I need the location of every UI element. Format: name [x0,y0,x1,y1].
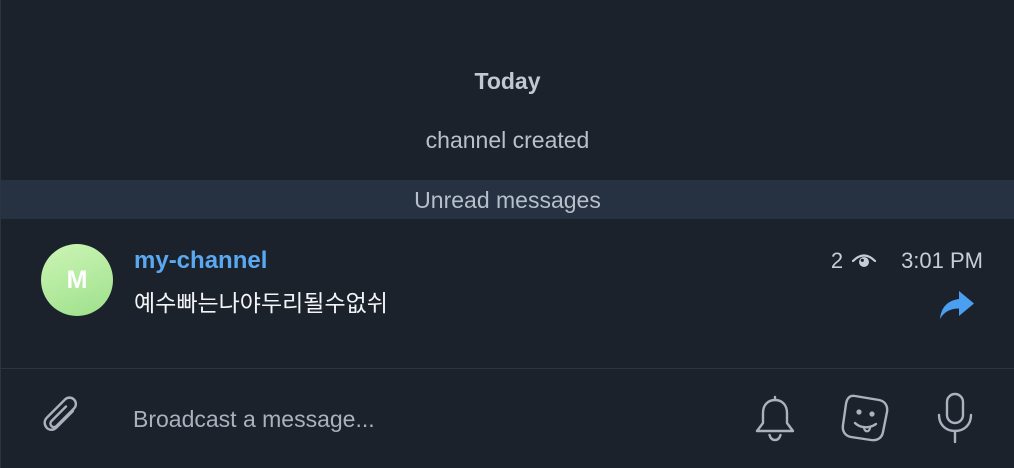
message-item[interactable]: M my-channel 예수빠는나야두리될수없쉬 2 3:01 PM [1,230,1014,340]
eye-icon [851,251,877,271]
sticker-icon[interactable] [837,390,893,446]
bell-icon[interactable] [752,392,798,444]
message-author[interactable]: my-channel [134,247,267,275]
service-message: channel created [425,127,590,153]
message-time: 3:01 PM [901,248,983,273]
message-input[interactable] [133,399,693,439]
forward-arrow-icon[interactable] [938,288,976,322]
avatar-initial: M [66,265,88,294]
unread-messages-bar: Unread messages [1,180,1014,219]
paperclip-icon[interactable] [39,393,85,443]
message-meta: 2 3:01 PM [831,248,983,274]
avatar[interactable]: M [41,244,113,316]
message-text: 예수빠는나야두리될수없쉬 [134,291,388,317]
date-header: Today [474,68,541,94]
message-composer [1,369,1014,468]
chat-area: Today channel created Unread messages M … [0,0,1014,468]
microphone-icon[interactable] [933,390,977,446]
views-count: 2 [830,248,844,273]
